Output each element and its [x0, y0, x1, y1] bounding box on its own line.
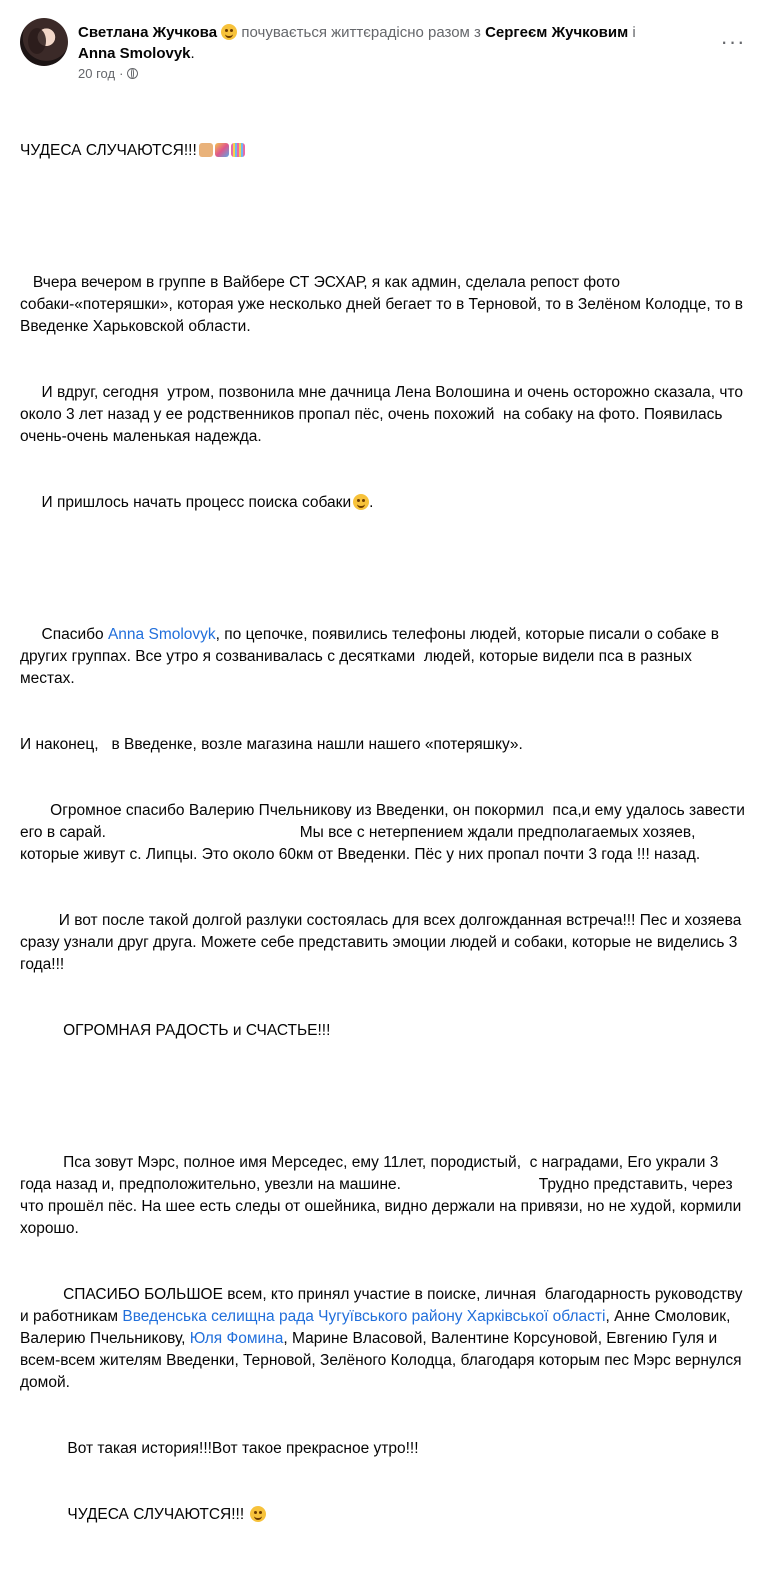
paragraph-7: И вот после такой долгой разлуки состоял…: [20, 912, 746, 973]
paragraph-4: Спасибо Anna Smolovyk, по цепочке, появи…: [20, 624, 749, 690]
tagged-person-2[interactable]: Anna Smolovyk: [78, 45, 191, 62]
paragraph-3-line: И пришлось начать процесс поиска собаки.: [20, 494, 374, 511]
post-body: ЧУДЕСА СЛУЧАЮТСЯ!!! Вчера вечером в груп…: [20, 96, 749, 1570]
period: .: [190, 45, 195, 62]
mention-village-council[interactable]: Введенська селищна рада Чугуївського рай…: [122, 1308, 605, 1325]
tagged-person-1[interactable]: Сергеєм Жучковим: [485, 24, 628, 41]
paragraph-11: Вот такая история!!!Вот такое прекрасное…: [20, 1440, 419, 1457]
paragraph-1: Вчера вечером в группе в Вайбере СТ ЭСХА…: [20, 274, 748, 335]
paragraph-6: Огромное спасибо Валерию Пчельникову из …: [20, 802, 754, 863]
paragraph-2: И вдруг, сегодня утром, позвонила мне да…: [20, 384, 748, 445]
party-popper-icon: [214, 143, 229, 157]
mention-anna-smolovyk[interactable]: Anna Smolovyk: [108, 626, 216, 643]
mention-yulia-fomina[interactable]: Юля Фомина: [190, 1330, 284, 1347]
conjunction: і: [632, 24, 636, 41]
more-options-button[interactable]: ···: [715, 24, 751, 60]
dog-emoji-icon: [198, 143, 213, 157]
post-title: ЧУДЕСА СЛУЧАЮТСЯ!!!: [20, 142, 197, 159]
smiling-face-icon: [221, 24, 238, 40]
paragraph-4-start: Спасибо: [20, 626, 108, 643]
facebook-post: Светлана Жучкова почувається життєрадісн…: [0, 0, 771, 1523]
post-author-line: Светлана Жучкова почувається життєрадісн…: [78, 22, 701, 64]
paragraph-3: И пришлось начать процесс поиска собаки: [20, 494, 352, 511]
post-title-line: ЧУДЕСА СЛУЧАЮТСЯ!!!: [20, 140, 749, 162]
paragraph-12-line: ЧУДЕСА СЛУЧАЮТСЯ!!!: [20, 1504, 749, 1526]
meta-dot: ·: [119, 66, 124, 81]
smiling-face-icon: [353, 494, 370, 510]
paragraph-5: И наконец, в Введенке, возле магазина на…: [20, 736, 523, 753]
feeling-text: почувається життєрадісно разом з: [241, 24, 481, 41]
paragraph-9: Пса зовут Мэрс, полное имя Мерседес, ему…: [20, 1154, 746, 1237]
post-time[interactable]: 20 год: [78, 66, 115, 81]
paragraph-8: ОГРОМНАЯ РАДОСТЬ и СЧАСТЬЕ!!!: [20, 1022, 331, 1039]
post-meta: 20 год ·: [78, 66, 139, 81]
paragraph-10: СПАСИБО БОЛЬШОЕ всем, кто принял участие…: [20, 1284, 749, 1394]
confetti-icon: [230, 143, 245, 157]
author-name[interactable]: Светлана Жучкова: [78, 24, 217, 41]
paragraph-12: ЧУДЕСА СЛУЧАЮТСЯ!!!: [20, 1506, 249, 1523]
globe-icon[interactable]: [127, 68, 139, 79]
author-avatar[interactable]: [20, 18, 68, 66]
post-header: Светлана Жучкова почувається життєрадісн…: [20, 14, 751, 90]
smiling-face-icon: [250, 1506, 267, 1522]
